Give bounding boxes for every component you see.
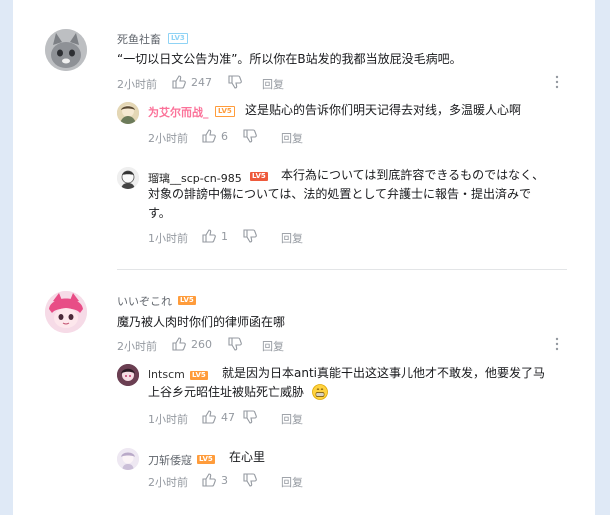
level-badge: LV3 — [168, 33, 188, 44]
reply-time: 2小时前 — [148, 476, 188, 489]
thumbs-down-icon[interactable] — [243, 473, 257, 487]
thumbs-down-icon[interactable] — [243, 129, 257, 143]
thumbs-down-icon[interactable] — [243, 229, 257, 243]
reply-button[interactable]: 回复 — [281, 130, 303, 146]
like-count: 260 — [191, 338, 212, 351]
comment-text: 魔乃被人肉时你们的律师函在哪 — [117, 315, 286, 329]
comment-time: 2小时前 — [117, 78, 157, 91]
avatar[interactable] — [45, 29, 87, 71]
reply-username[interactable]: 刀斩倭寇 — [148, 452, 192, 468]
more-vertical-icon[interactable] — [554, 337, 560, 351]
thumbs-up-icon[interactable] — [172, 337, 186, 351]
reply-text-line: す。 — [148, 206, 171, 220]
like-count: 1 — [221, 230, 228, 243]
reply-text: 在心里 — [229, 450, 266, 464]
comment-divider — [117, 269, 567, 270]
anime-avatar-image — [117, 102, 139, 124]
reply-button[interactable]: 回复 — [262, 338, 284, 354]
thumbs-up-icon[interactable] — [202, 229, 216, 243]
level-badge: LV5 — [178, 296, 196, 305]
reply-text-line: 対象の誹謗中傷については、法的処置として弁護士に報告・提出済みで — [148, 187, 532, 201]
comment-panel: 死鱼社畜 LV3 “一切以日文公告为准”。所以你在B站发的我都当放屁没毛病吧。 … — [13, 0, 595, 515]
like-count: 3 — [221, 474, 228, 487]
comment-text: “一切以日文公告为准”。所以你在B站发的我都当放屁没毛病吧。 — [117, 52, 462, 66]
level-badge: LV5 — [190, 371, 208, 380]
sketch-avatar-image — [117, 167, 139, 189]
reply-avatar[interactable] — [117, 448, 139, 470]
pink-character-avatar-image — [45, 291, 87, 333]
like-count: 247 — [191, 76, 212, 89]
comment-time: 2小时前 — [117, 340, 157, 353]
reply-text-line: 本行為については到底許容できるものではなく、 — [281, 168, 545, 182]
thumbs-up-icon[interactable] — [202, 410, 216, 424]
thumbs-down-icon[interactable] — [228, 75, 242, 89]
cat-avatar-image — [45, 29, 87, 71]
username[interactable]: 死鱼社畜 — [117, 31, 161, 47]
reply-button[interactable]: 回复 — [262, 76, 284, 92]
thumbs-up-icon[interactable] — [172, 75, 186, 89]
reply-avatar[interactable] — [117, 167, 139, 189]
avatar[interactable] — [45, 291, 87, 333]
thumbs-up-icon[interactable] — [202, 129, 216, 143]
reply-time: 1小时前 — [148, 232, 188, 245]
username[interactable]: いいぞこれ — [117, 293, 172, 309]
reply-avatar[interactable] — [117, 102, 139, 124]
like-count: 47 — [221, 411, 235, 424]
more-vertical-icon[interactable] — [554, 75, 560, 89]
like-count: 6 — [221, 130, 228, 143]
reply-button[interactable]: 回复 — [281, 411, 303, 427]
anime-avatar-image — [117, 448, 139, 470]
thumbs-down-icon[interactable] — [243, 410, 257, 424]
level-badge: LV5 — [250, 172, 268, 181]
level-badge: LV5 — [215, 106, 235, 117]
reply-time: 2小时前 — [148, 132, 188, 145]
reply-avatar[interactable] — [117, 364, 139, 386]
reply-username[interactable]: 为艾尔而战_ — [148, 104, 209, 120]
thumbs-down-icon[interactable] — [228, 337, 242, 351]
reply-text-line: 就是因为日本anti真能干出这这事儿他才不敢发，他要发了马 — [222, 366, 546, 380]
reply-time: 1小时前 — [148, 413, 188, 426]
anime-avatar-image — [117, 364, 139, 386]
reply-button[interactable]: 回复 — [281, 474, 303, 490]
grin-emoji-icon — [312, 384, 328, 400]
thumbs-up-icon[interactable] — [202, 473, 216, 487]
reply-username[interactable]: 瑠璃__scp-cn-985 — [148, 170, 242, 186]
reply-username[interactable]: lntscm — [148, 368, 185, 381]
reply-button[interactable]: 回复 — [281, 230, 303, 246]
reply-text: 这是贴心的告诉你们明天记得去对线，多温暖人心啊 — [245, 103, 522, 117]
level-badge: LV5 — [197, 455, 215, 464]
reply-text-line: 上谷乡元昭住址被贴死亡威胁 — [148, 385, 305, 399]
